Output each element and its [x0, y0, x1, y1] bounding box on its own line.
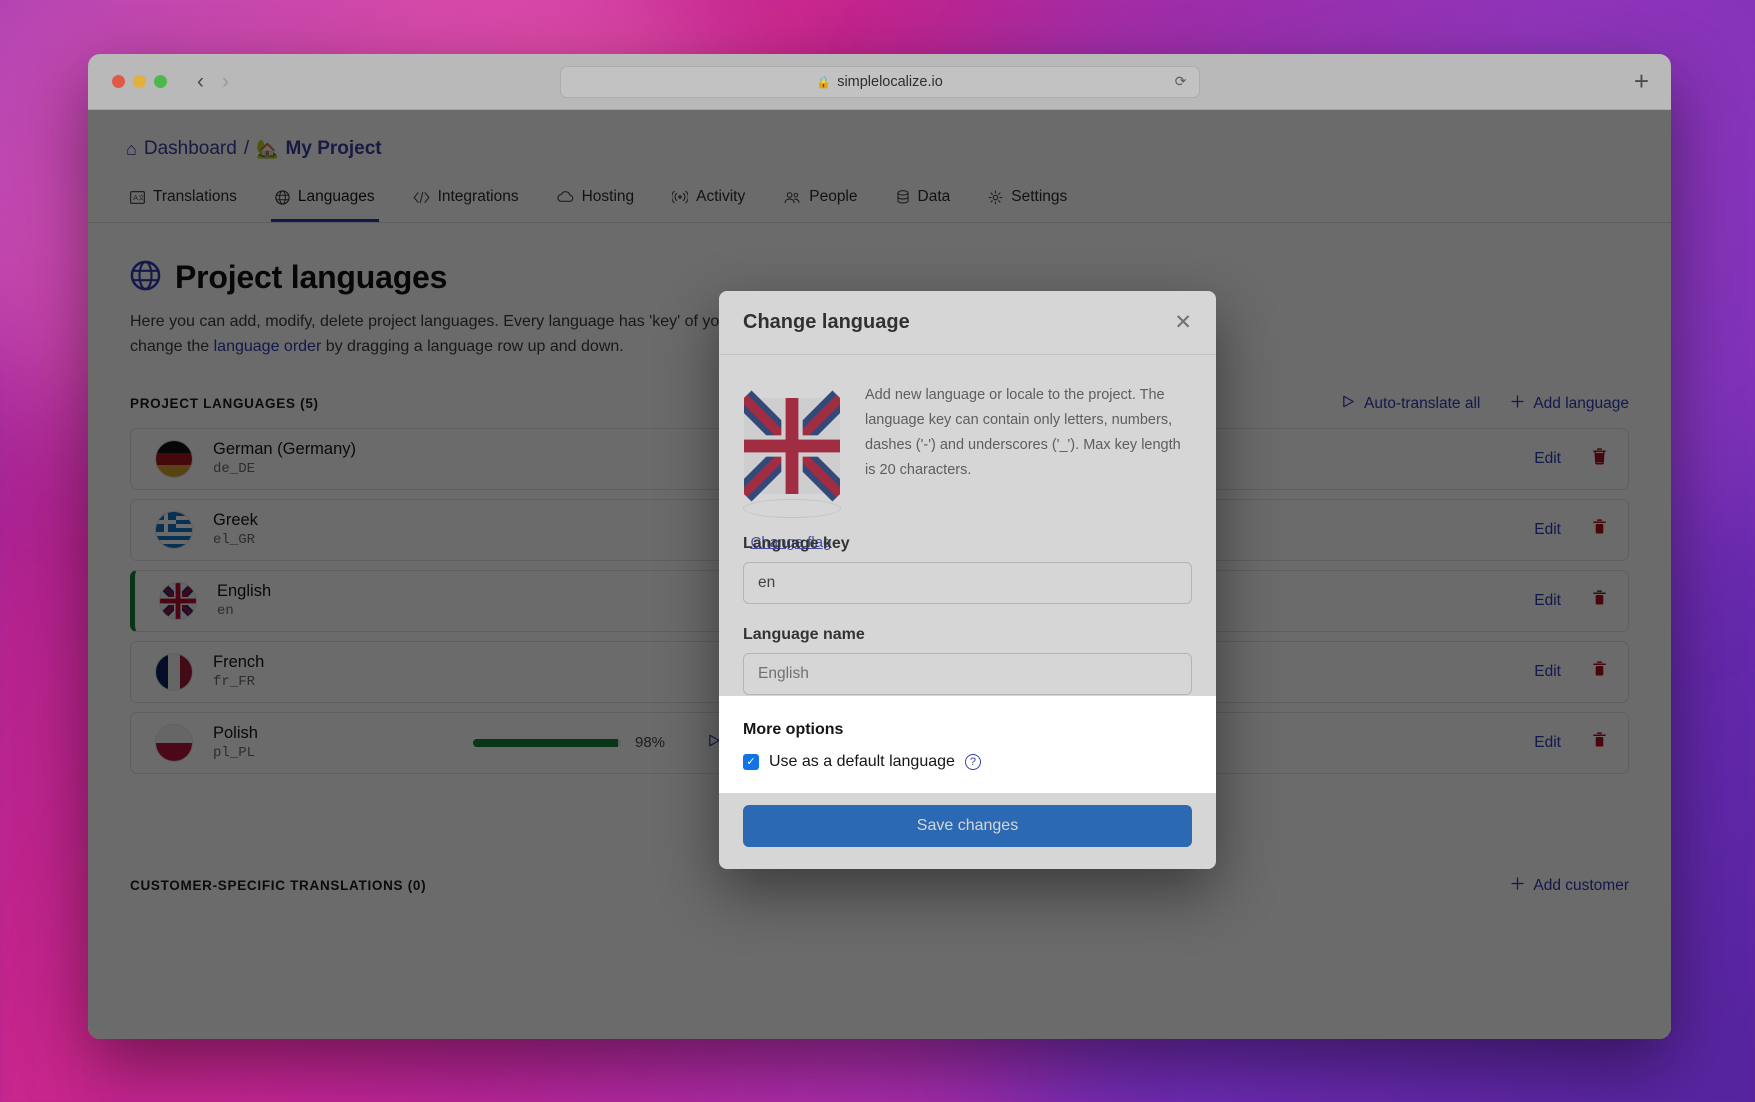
window-controls[interactable] — [112, 75, 167, 88]
change-language-dialog: Change language ✕ Change flag Add new la… — [719, 291, 1216, 869]
language-name-input[interactable] — [743, 653, 1192, 695]
default-language-option[interactable]: ✓ Use as a default language ? — [743, 753, 1192, 771]
browser-nav-buttons[interactable]: ‹ › — [197, 71, 229, 92]
dialog-top-section: Change flag Add new language or locale t… — [736, 379, 1192, 551]
default-language-label: Use as a default language — [769, 753, 955, 770]
language-name-label: Language name — [743, 626, 865, 643]
flag-column: Change flag — [736, 379, 848, 551]
url-bar[interactable]: 🔒 simplelocalize.io ⟳ — [559, 65, 1200, 98]
language-key-label: Language key — [743, 535, 850, 552]
dialog-title: Change language — [743, 311, 910, 333]
app-content: ⌂ Dashboard / 🏡 My Project A文 Translatio… — [88, 110, 1671, 1039]
dialog-description: Add new language or locale to the projec… — [865, 387, 1181, 478]
close-icon[interactable]: ✕ — [1174, 312, 1192, 333]
default-language-checkbox[interactable]: ✓ — [743, 754, 759, 770]
question-mark-icon[interactable]: ? — [964, 754, 981, 770]
save-button[interactable]: Save changes — [743, 805, 1192, 847]
back-chevron-icon[interactable]: ‹ — [197, 71, 204, 92]
dialog-header: Change language ✕ — [719, 291, 1216, 355]
forward-chevron-icon[interactable]: › — [222, 71, 229, 92]
browser-window: ‹ › 🔒 simplelocalize.io ⟳ + ⌂ Dashboard … — [88, 54, 1671, 1039]
more-options-title: More options — [743, 721, 844, 738]
browser-titlebar: ‹ › 🔒 simplelocalize.io ⟳ + — [88, 54, 1671, 110]
maximize-window-button[interactable] — [154, 75, 167, 88]
more-options-section: More options ✓ Use as a default language… — [719, 699, 1216, 805]
url-text: simplelocalize.io — [837, 73, 943, 90]
minimize-window-button[interactable] — [133, 75, 146, 88]
dialog-footer: Save changes — [719, 805, 1216, 869]
lock-icon: 🔒 — [816, 74, 832, 89]
flag-gb-icon — [736, 390, 848, 518]
language-key-input[interactable] — [743, 562, 1192, 604]
close-window-button[interactable] — [112, 75, 125, 88]
reload-icon[interactable]: ⟳ — [1175, 73, 1187, 90]
plus-icon[interactable]: + — [1634, 66, 1649, 97]
dialog-body: Change flag Add new language or locale t… — [719, 355, 1216, 699]
